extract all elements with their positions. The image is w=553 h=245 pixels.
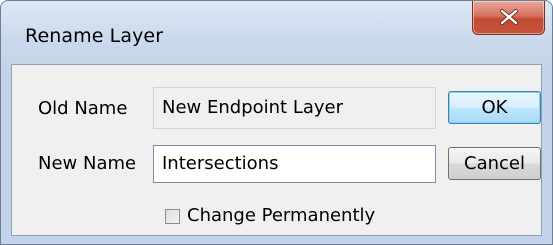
- close-x-icon: [500, 9, 518, 25]
- new-name-label: New Name: [38, 153, 137, 174]
- cancel-button[interactable]: Cancel: [448, 147, 541, 180]
- old-name-field: New Endpoint Layer: [153, 87, 436, 129]
- rename-layer-dialog: Rename Layer Old Name New Endpoint Layer…: [0, 0, 553, 245]
- change-permanently-label[interactable]: Change Permanently: [187, 205, 375, 226]
- old-name-label: Old Name: [38, 98, 128, 119]
- title-bar[interactable]: Rename Layer: [1, 1, 552, 64]
- close-button[interactable]: [472, 1, 545, 35]
- change-permanently-checkbox[interactable]: [165, 209, 180, 224]
- window-title: Rename Layer: [25, 25, 164, 47]
- ok-button[interactable]: OK: [448, 91, 541, 124]
- new-name-input[interactable]: Intersections: [153, 145, 436, 183]
- dialog-body: Old Name New Endpoint Layer New Name Int…: [11, 64, 542, 236]
